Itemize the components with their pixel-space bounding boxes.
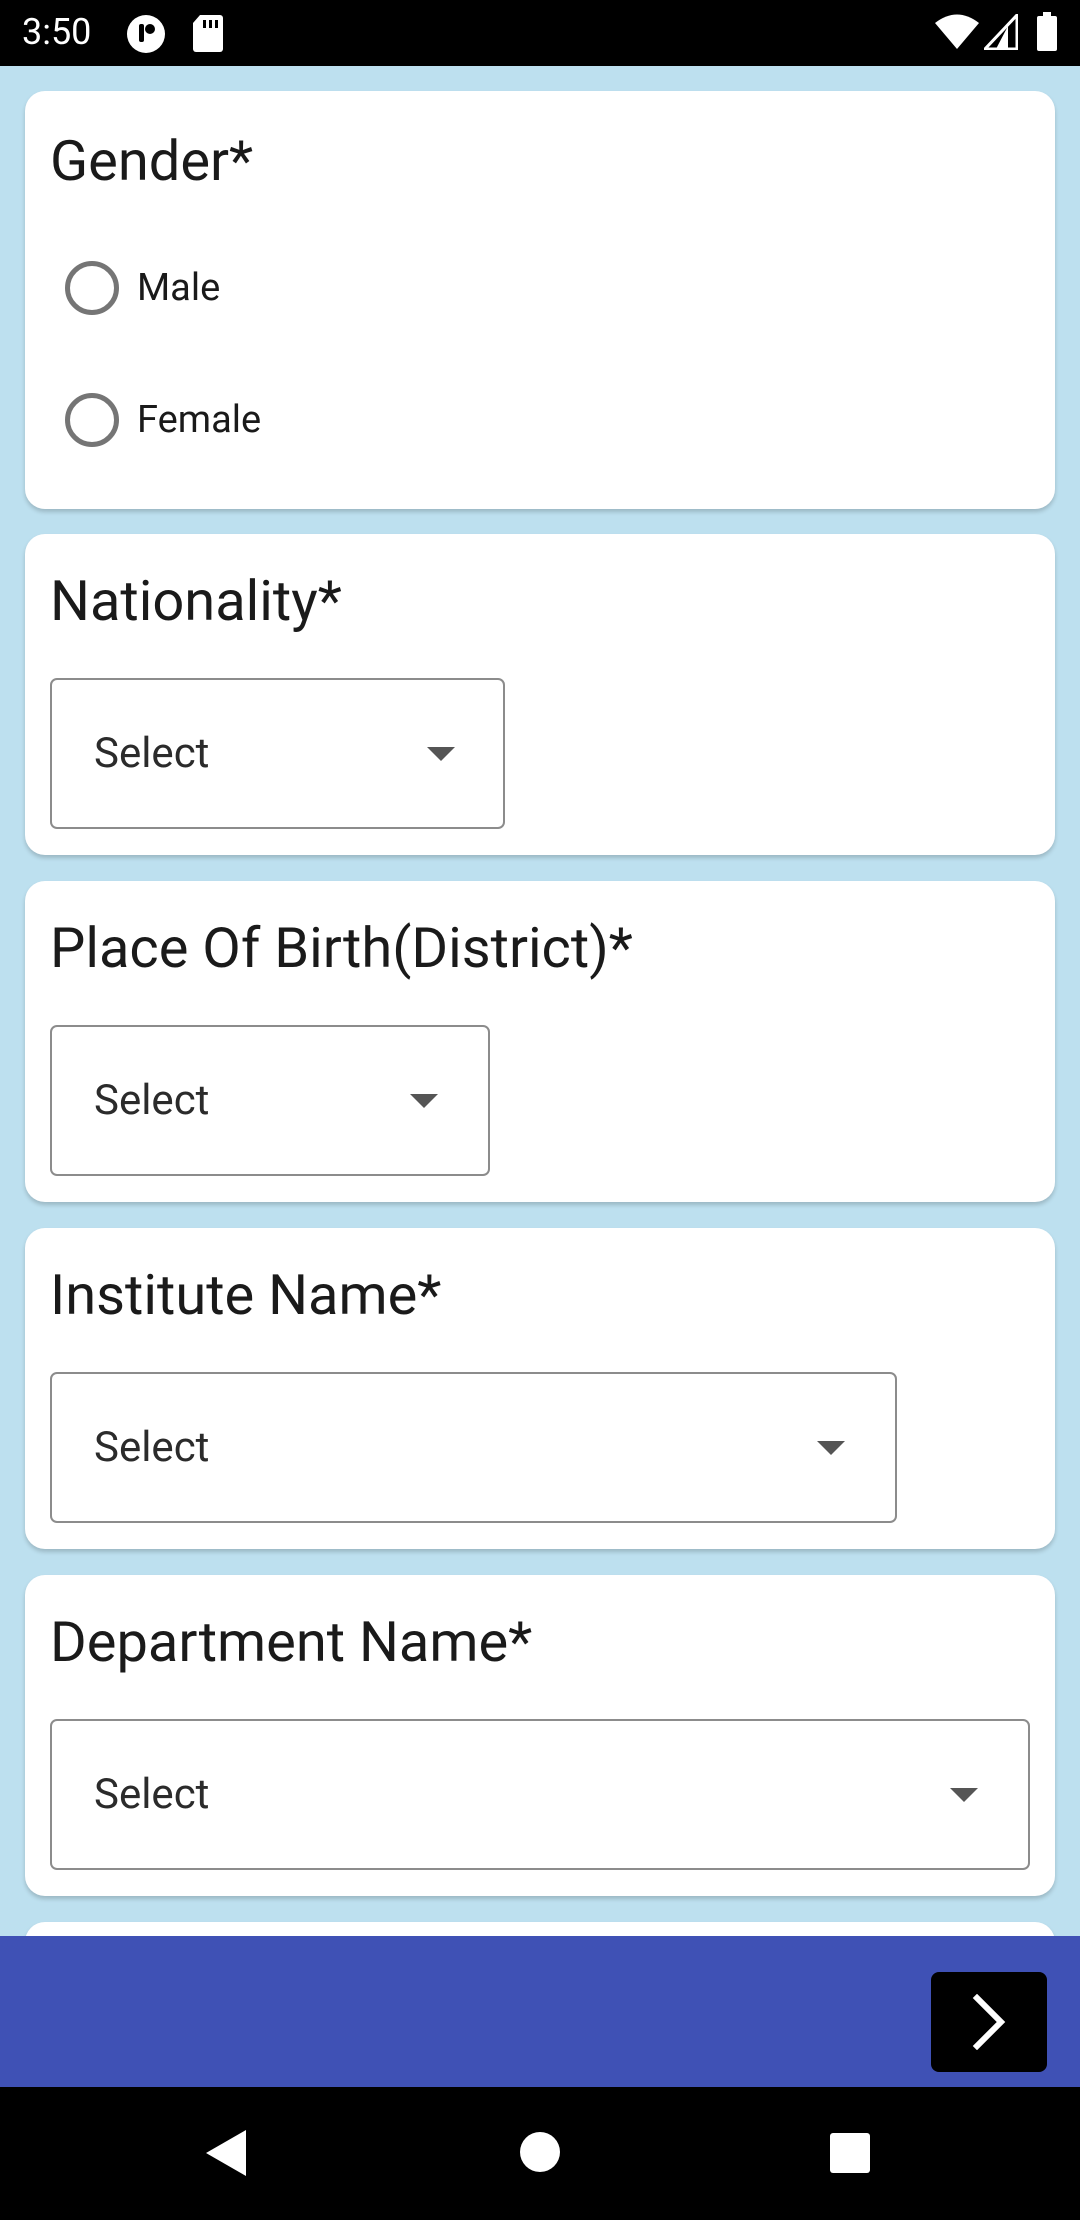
chevron-down-icon [950, 1788, 978, 1802]
place-of-birth-card: Place Of Birth(District)* Select [25, 881, 1055, 1202]
sd-card-icon [193, 15, 223, 52]
chevron-down-icon [410, 1094, 438, 1108]
institute-card: Institute Name* Select [25, 1228, 1055, 1549]
battery-icon [1037, 12, 1057, 51]
wifi-icon [935, 14, 979, 49]
gender-label: Gender* [50, 128, 254, 194]
radio-female-circle[interactable] [65, 393, 119, 447]
system-nav-bar [0, 2087, 1080, 2220]
department-select[interactable]: Select [50, 1719, 1030, 1870]
gender-card: Gender* Male Female [25, 91, 1055, 509]
home-icon[interactable] [519, 2131, 561, 2173]
bottom-action-bar [0, 1936, 1080, 2087]
radio-male-circle[interactable] [65, 261, 119, 315]
chevron-right-icon [972, 1994, 1006, 2050]
radio-female[interactable]: Female [65, 390, 261, 450]
radio-male-label: Male [137, 266, 221, 310]
notification-app-icon [127, 15, 165, 53]
nationality-select[interactable]: Select [50, 678, 505, 829]
institute-label: Institute Name* [50, 1262, 442, 1328]
status-bar: 3:50 [0, 0, 1080, 66]
nationality-card: Nationality* Select [25, 534, 1055, 855]
department-label: Department Name* [50, 1609, 533, 1675]
radio-female-label: Female [137, 398, 262, 442]
status-time: 3:50 [22, 11, 92, 53]
department-select-value: Select [94, 1770, 210, 1819]
department-card: Department Name* Select [25, 1575, 1055, 1896]
institute-select-value: Select [94, 1423, 210, 1472]
signal-icon [984, 14, 1018, 50]
nationality-label: Nationality* [50, 568, 342, 634]
chevron-down-icon [427, 747, 455, 761]
next-card-partial [25, 1922, 1055, 1936]
form-scroll-area[interactable]: Gender* Male Female Nationality* Select … [0, 66, 1080, 1936]
chevron-down-icon [817, 1441, 845, 1455]
radio-male[interactable]: Male [65, 258, 220, 318]
place-of-birth-select[interactable]: Select [50, 1025, 490, 1176]
back-icon[interactable] [204, 2128, 248, 2178]
nationality-select-value: Select [94, 729, 210, 778]
recents-icon[interactable] [829, 2132, 871, 2174]
next-button[interactable] [931, 1972, 1047, 2072]
institute-select[interactable]: Select [50, 1372, 897, 1523]
place-of-birth-label: Place Of Birth(District)* [50, 915, 633, 981]
place-of-birth-select-value: Select [94, 1076, 210, 1125]
